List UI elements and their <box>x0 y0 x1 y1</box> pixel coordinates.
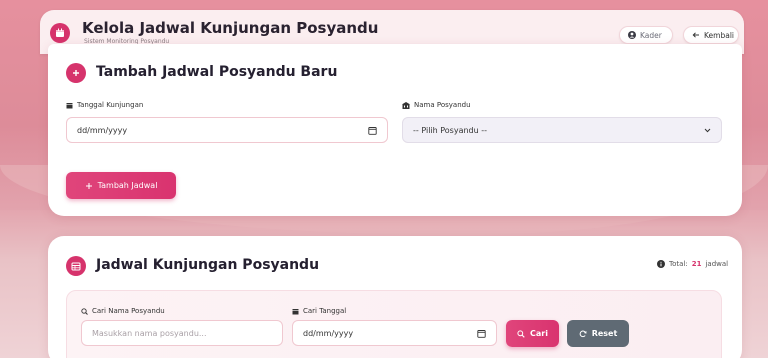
refresh-icon <box>579 330 587 338</box>
search-button[interactable]: Cari <box>506 320 559 347</box>
search-name-label: Cari Nama Posyandu <box>81 307 165 315</box>
posyandu-select-value: -- Pilih Posyandu -- <box>413 125 488 135</box>
schedule-title: Jadwal Kunjungan Posyandu <box>96 257 320 273</box>
info-icon <box>657 260 665 268</box>
plus-icon <box>66 63 86 83</box>
date-field-label: Tanggal Kunjungan <box>66 101 143 109</box>
search-name-placeholder: Masukkan nama posyandu... <box>92 328 207 338</box>
calendar-icon <box>292 308 299 315</box>
add-schedule-title: Tambah Jadwal Posyandu Baru <box>96 64 338 80</box>
plus-icon <box>85 182 93 190</box>
back-button[interactable]: Kembali <box>683 26 739 44</box>
user-circle-icon <box>628 31 636 39</box>
back-label: Kembali <box>704 30 734 40</box>
calendar-picker-icon[interactable] <box>368 126 377 135</box>
reset-button[interactable]: Reset <box>567 320 629 347</box>
search-icon <box>517 329 525 338</box>
search-date-label: Cari Tanggal <box>292 307 346 315</box>
search-button-label: Cari <box>530 329 548 338</box>
visit-date-value: dd/mm/yyyy <box>77 125 128 135</box>
visit-date-input[interactable]: dd/mm/yyyy <box>66 117 388 143</box>
posyandu-field-label: Nama Posyandu <box>402 101 471 109</box>
table-icon <box>66 256 86 276</box>
total-count-value: 21 <box>691 260 702 268</box>
user-role-label: Kader <box>640 30 662 40</box>
calendar-icon <box>50 23 70 43</box>
calendar-icon <box>66 102 73 109</box>
search-icon <box>81 307 88 315</box>
add-schedule-label: Tambah Jadwal <box>97 181 158 190</box>
reset-button-label: Reset <box>591 329 618 338</box>
posyandu-select[interactable]: -- Pilih Posyandu -- <box>402 117 722 143</box>
add-schedule-button[interactable]: Tambah Jadwal <box>66 172 176 199</box>
search-date-value: dd/mm/yyyy <box>303 328 354 338</box>
arrow-left-icon <box>692 31 700 39</box>
search-date-input[interactable]: dd/mm/yyyy <box>292 320 497 346</box>
building-icon <box>402 101 410 109</box>
search-name-input[interactable]: Masukkan nama posyandu... <box>81 320 283 346</box>
calendar-picker-icon[interactable] <box>477 329 486 338</box>
user-role-button[interactable]: Kader <box>619 26 673 44</box>
total-count: Total: 21 jadwal <box>657 260 728 268</box>
chevron-down-icon <box>704 128 711 133</box>
page-title: Kelola Jadwal Kunjungan Posyandu <box>82 19 379 37</box>
